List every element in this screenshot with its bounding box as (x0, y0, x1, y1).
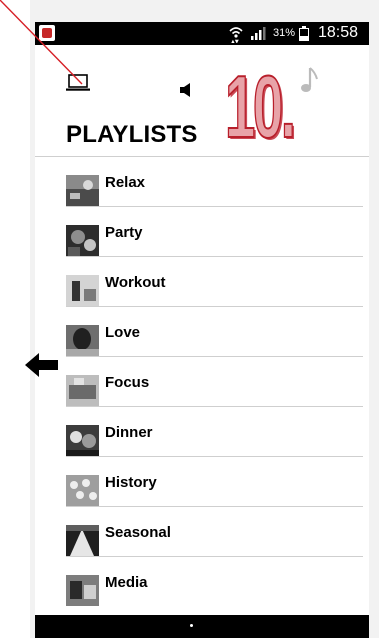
playlist-label: History (105, 474, 157, 491)
playlist-label: Party (105, 224, 143, 241)
playlist-item-workout[interactable]: Workout (66, 257, 363, 307)
navigation-bar (35, 615, 369, 638)
playlist-item-love[interactable]: Love (66, 307, 363, 357)
playlist-label: Media (105, 574, 148, 591)
playlist-item-focus[interactable]: Focus (66, 357, 363, 407)
clock: 18:58 (318, 24, 359, 41)
playlist-label: Love (105, 324, 141, 341)
playlist-thumbnail (66, 275, 99, 306)
playlist-item-history[interactable]: History (66, 457, 363, 507)
battery-percentage: 31% (273, 27, 296, 39)
playlist-item-seasonal[interactable]: Seasonal (66, 507, 363, 557)
playlist-list: Relax Party Workout Love Focus Dinner Hi… (66, 157, 363, 606)
playlist-label: Focus (105, 374, 150, 391)
playlist-label: Seasonal (105, 524, 171, 541)
phone-screen: ▲▼ 31% 18:58 10. PLAYLISTS Relax Party W… (35, 22, 369, 638)
back-arrow-icon[interactable] (25, 352, 58, 378)
playlist-item-media[interactable]: Media (66, 557, 363, 606)
annotation-pointer-line (0, 0, 83, 85)
playlist-item-relax[interactable]: Relax (66, 157, 363, 207)
playlist-thumbnail (66, 175, 99, 206)
playlist-thumbnail (66, 525, 99, 556)
speaker-icon[interactable] (179, 82, 193, 98)
nav-indicator (190, 624, 193, 627)
wifi-icon: ▲▼ (229, 27, 243, 43)
playlist-item-party[interactable]: Party (66, 207, 363, 257)
playlist-thumbnail (66, 425, 99, 456)
playlist-thumbnail (66, 475, 99, 506)
rank-badge: 10. (224, 56, 296, 157)
playlist-label: Workout (105, 274, 166, 291)
playlist-thumbnail (66, 375, 99, 406)
playlist-label: Relax (105, 174, 146, 191)
svg-text:▲▼: ▲▼ (231, 39, 239, 43)
music-note-icon[interactable] (299, 65, 321, 95)
playlist-thumbnail (66, 225, 99, 256)
page-title: PLAYLISTS (66, 121, 198, 148)
battery-icon (299, 26, 309, 41)
playlist-item-dinner[interactable]: Dinner (66, 407, 363, 457)
signal-icon (251, 27, 266, 40)
playlist-label: Dinner (105, 424, 153, 441)
playlist-thumbnail (66, 325, 99, 356)
playlist-thumbnail (66, 575, 99, 606)
